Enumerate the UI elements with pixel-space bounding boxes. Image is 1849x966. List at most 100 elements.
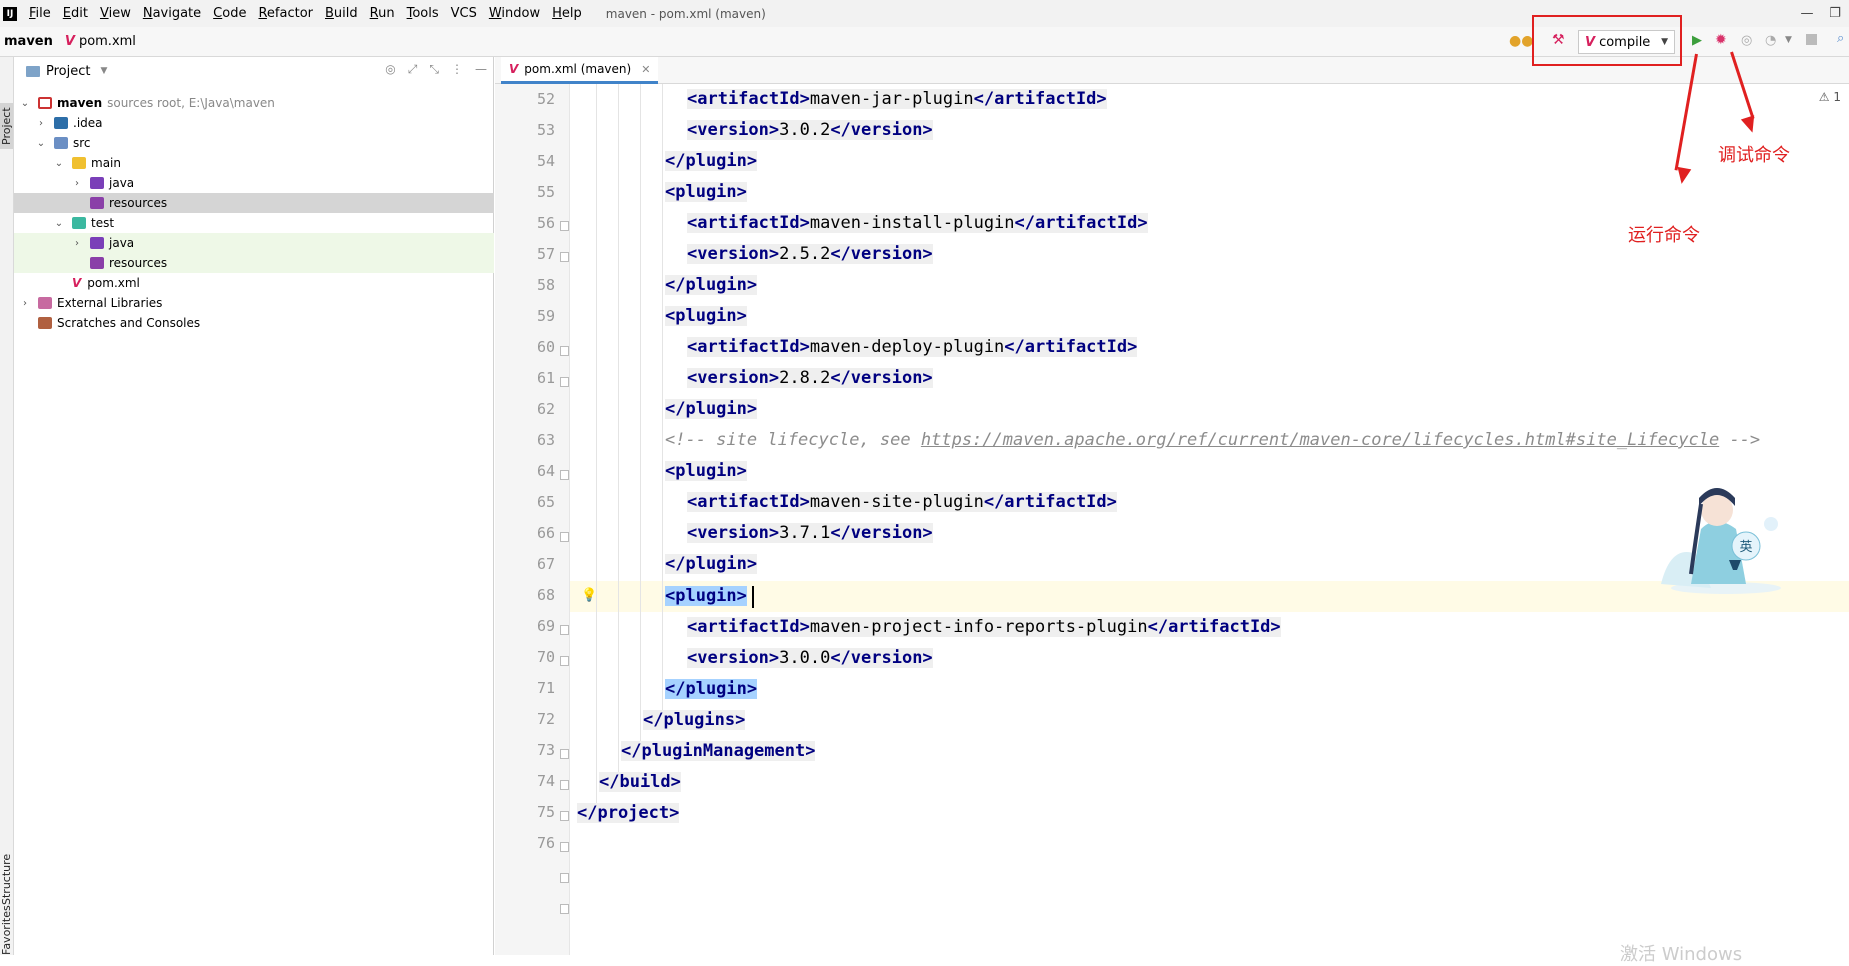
code-line-53: <version>3.0.2</version> (687, 120, 933, 140)
menu-view[interactable]: View (94, 6, 137, 21)
tree-item-main-resources[interactable]: resources (14, 193, 494, 213)
resources-folder-icon (90, 197, 104, 209)
tree-item-main-java[interactable]: › java (14, 173, 494, 193)
code-line-60: <artifactId>maven-deploy-plugin</artifac… (687, 337, 1138, 357)
tree-item-src[interactable]: ⌄ src (14, 133, 494, 153)
project-view-selector[interactable]: Project (46, 64, 90, 79)
breadcrumb-project[interactable]: maven (4, 34, 53, 49)
menu-build[interactable]: Build (319, 6, 364, 21)
chevron-down-icon[interactable]: ⌄ (20, 98, 30, 109)
chevron-right-icon[interactable]: › (36, 118, 46, 129)
line-number: 66 (536, 524, 555, 542)
users-icon[interactable]: ●● (1509, 33, 1533, 49)
code-line-68: <plugin> (665, 586, 747, 606)
code-line-61: <version>2.8.2</version> (687, 368, 933, 388)
window-controls: — ❐ (1793, 0, 1849, 27)
code-line-59: <plugin> (665, 306, 747, 326)
chevron-down-icon[interactable]: ⌄ (54, 218, 64, 229)
chevron-right-icon[interactable]: › (20, 298, 30, 309)
scratches-icon (38, 317, 52, 329)
tree-item-test-java[interactable]: › java (14, 233, 494, 253)
code-line-52: <artifactId>maven-jar-plugin</artifactId… (687, 89, 1107, 109)
locate-icon[interactable]: ◎ (385, 62, 395, 77)
annotation-run-label: 运行命令 (1628, 225, 1700, 246)
tree-item-main[interactable]: ⌄ main (14, 153, 494, 173)
line-number: 60 (536, 338, 555, 356)
menu-window[interactable]: Window (483, 6, 546, 21)
menu-refactor[interactable]: Refactor (252, 6, 319, 21)
code-editor[interactable]: 52 53 54 55 56 57 58 59 60 61 62 63 64 65 66 67 68 69 70 71… (495, 84, 1849, 955)
tree-item-test-resources[interactable]: resources (14, 253, 494, 273)
warning-indicator[interactable]: ⚠ 1 (1819, 90, 1841, 104)
tree-item-label: main (91, 156, 121, 170)
editor-tab-bar: V pom.xml (maven) ✕ (495, 57, 1849, 84)
breadcrumb-file[interactable]: V pom.xml (65, 34, 136, 49)
tree-item-maven[interactable]: ⌄ maven sources root, E:\Java\maven (14, 93, 494, 113)
profile-icon[interactable]: ◔ (1765, 33, 1776, 48)
code-line-73: </pluginManagement> (621, 741, 816, 761)
tree-item-scratches[interactable]: Scratches and Consoles (14, 313, 494, 333)
run-configuration-select[interactable]: V compile ▼ (1578, 30, 1675, 54)
options-icon[interactable]: ⋮ (451, 62, 463, 77)
run-icon[interactable]: ▶ (1692, 33, 1702, 48)
menu-navigate[interactable]: Navigate (137, 6, 207, 21)
debug-bug-icon[interactable]: ✹ (1715, 32, 1727, 48)
text-caret (752, 586, 754, 608)
code-line-58: </plugin> (665, 275, 758, 295)
warning-count: 1 (1833, 90, 1841, 104)
tab-pom-xml[interactable]: V pom.xml (maven) ✕ (501, 57, 659, 84)
chevron-down-icon[interactable]: ⌄ (54, 158, 64, 169)
stripe-structure-button[interactable]: Structure (0, 854, 13, 905)
collapse-all-icon[interactable]: ⤡ (429, 62, 439, 77)
tree-item-label: maven (57, 96, 103, 110)
menu-vcs[interactable]: VCS (445, 6, 483, 21)
line-number: 71 (536, 679, 555, 697)
tree-item-label: java (109, 236, 135, 250)
build-hammer-icon[interactable]: ⚒ (1552, 32, 1565, 48)
stop-icon[interactable] (1806, 34, 1817, 45)
lifecycle-link[interactable]: https://maven.apache.org/ref/current/mav… (921, 430, 1719, 450)
expand-all-icon[interactable]: ⤢ (408, 62, 418, 77)
navigation-bar: maven V pom.xml (0, 27, 1849, 57)
more-run-options-icon[interactable]: ▼ (1785, 35, 1792, 45)
code-line-55: <plugin> (665, 182, 747, 202)
ime-mascot-image[interactable]: 英 (1651, 484, 1781, 596)
tree-item-external-libraries[interactable]: › External Libraries (14, 293, 494, 313)
chevron-down-icon[interactable]: ⌄ (36, 138, 46, 149)
menu-help[interactable]: Help (546, 6, 588, 21)
line-number: 72 (536, 710, 555, 728)
menu-file[interactable]: File (23, 6, 57, 21)
chevron-right-icon[interactable]: › (72, 238, 82, 249)
maven-icon: V (1585, 34, 1596, 50)
intention-bulb-icon[interactable]: 💡 (581, 588, 597, 603)
menu-edit[interactable]: Edit (57, 6, 94, 21)
line-number: 73 (536, 741, 555, 759)
restore-icon[interactable]: ❐ (1821, 6, 1849, 21)
source-folder-icon (90, 237, 104, 249)
menu-run[interactable]: Run (364, 6, 401, 21)
menu-tools[interactable]: Tools (401, 6, 445, 21)
chevron-right-icon[interactable]: › (72, 178, 82, 189)
coverage-icon[interactable]: ◎ (1741, 33, 1752, 48)
project-tool-window: Project ▼ ◎ ⤢ ⤡ ⋮ — ⌄ maven sources root… (14, 57, 494, 955)
annotation-debug-label: 调试命令 (1718, 145, 1790, 166)
tree-item-test[interactable]: ⌄ test (14, 213, 494, 233)
tree-item-label: resources (109, 196, 168, 210)
chevron-down-icon[interactable]: ▼ (100, 66, 107, 76)
menu-code[interactable]: Code (207, 6, 252, 21)
code-line-63: <!-- site lifecycle, see https://maven.a… (665, 430, 1761, 450)
stripe-favorites-button[interactable]: Favorites (0, 905, 13, 955)
folder-icon (54, 137, 68, 149)
hide-icon[interactable]: — (475, 62, 487, 77)
annotation-arrowhead-run (1674, 166, 1692, 186)
folder-icon (72, 157, 86, 169)
minimize-icon[interactable]: — (1793, 6, 1821, 21)
tree-item-idea[interactable]: › .idea (14, 113, 494, 133)
code-line-74: </build> (599, 772, 681, 792)
close-icon[interactable]: ✕ (641, 63, 650, 76)
search-icon[interactable]: ⌕ (1837, 31, 1844, 46)
tree-item-pom[interactable]: V pom.xml (14, 273, 494, 293)
code-line-69: <artifactId>maven-project-info-reports-p… (687, 617, 1281, 637)
code-line-72: </plugins> (643, 710, 746, 730)
stripe-project-button[interactable]: Project (0, 103, 13, 149)
